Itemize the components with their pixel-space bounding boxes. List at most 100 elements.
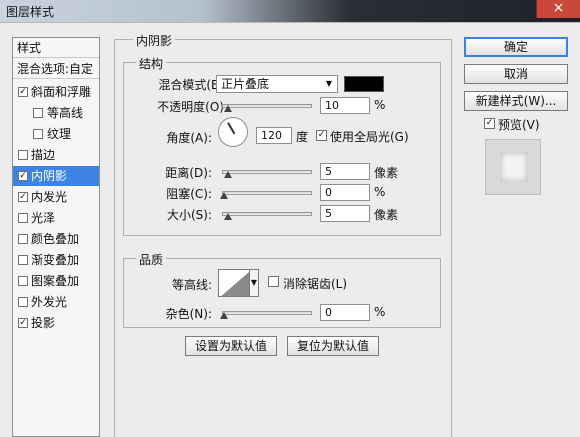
sidebar-item-label: 外发光: [31, 295, 68, 309]
blend-mode-value: 正片叠底: [221, 77, 270, 91]
sidebar-item-contour[interactable]: 等高线: [13, 103, 99, 123]
styles-header[interactable]: 样式: [13, 38, 99, 58]
choke-slider-thumb[interactable]: [220, 192, 229, 201]
choke-slider[interactable]: [222, 191, 312, 195]
angle-label: 角度(A):: [166, 131, 212, 145]
sidebar-item-stroke[interactable]: 描边: [13, 145, 99, 165]
sidebar-item-label: 图案叠加: [31, 274, 80, 288]
anti-alias-checkbox[interactable]: [268, 276, 279, 287]
distance-input[interactable]: 5: [320, 163, 370, 180]
sidebar-item-label: 渐变叠加: [31, 253, 80, 267]
reset-default-button[interactable]: 复位为默认值: [287, 336, 379, 356]
sidebar-item-label: 内发光: [31, 190, 68, 204]
chevron-down-icon: ▼: [325, 79, 332, 88]
dialog-body: 样式 混合选项:自定 ✓ 斜面和浮雕 等高线 纹理 描边 ✓ 内阴影 ✓ 内发光: [0, 22, 580, 437]
bevel-emboss-checkbox[interactable]: ✓: [18, 87, 28, 97]
angle-unit: 度: [296, 130, 309, 144]
opacity-input[interactable]: 10: [320, 97, 370, 114]
contour-curve-icon: [221, 272, 249, 296]
size-label: 大小(S):: [166, 208, 212, 222]
outer-glow-checkbox[interactable]: [18, 297, 28, 307]
new-style-button[interactable]: 新建样式(W)...: [464, 91, 568, 111]
gradient-overlay-checkbox[interactable]: [18, 255, 28, 265]
opacity-unit: %: [374, 98, 386, 112]
sidebar-item-color-overlay[interactable]: 颜色叠加: [13, 229, 99, 249]
sidebar-item-label: 光泽: [31, 211, 56, 225]
global-light-checkbox[interactable]: ✓: [316, 130, 327, 141]
quality-title: 品质: [136, 251, 167, 268]
sidebar-item-label: 内阴影: [31, 169, 68, 183]
distance-slider-thumb[interactable]: [224, 171, 233, 180]
contour-dropdown[interactable]: ▼: [249, 269, 259, 297]
styles-header-label: 样式: [17, 41, 42, 55]
texture-checkbox[interactable]: [33, 129, 43, 139]
opacity-slider-thumb[interactable]: [224, 105, 233, 114]
blend-options-item[interactable]: 混合选项:自定: [13, 59, 99, 79]
sidebar-item-inner-shadow[interactable]: ✓ 内阴影: [13, 166, 99, 186]
sidebar-item-label: 投影: [31, 316, 56, 330]
structure-group: 结构 混合模式(B): 正片叠底 ▼ 不透明度(O): 10 % 角度(A): …: [123, 55, 441, 236]
contour-label: 等高线:: [171, 278, 212, 292]
noise-input[interactable]: 0: [320, 304, 370, 321]
sidebar-item-texture[interactable]: 纹理: [13, 124, 99, 144]
angle-dial[interactable]: [218, 117, 248, 147]
style-preview-thumbnail: [485, 139, 541, 195]
sidebar-item-outer-glow[interactable]: 外发光: [13, 292, 99, 312]
anti-alias-label: 消除锯齿(L): [283, 277, 348, 291]
chevron-down-icon: ▼: [250, 278, 258, 287]
sidebar-item-label: 描边: [31, 148, 56, 162]
close-button[interactable]: ×: [536, 0, 580, 18]
preview-swatch: [500, 152, 528, 182]
distance-slider[interactable]: [222, 170, 312, 174]
angle-input[interactable]: 120: [256, 127, 292, 144]
choke-input[interactable]: 0: [320, 184, 370, 201]
sidebar-item-label: 斜面和浮雕: [31, 85, 92, 99]
sidebar-item-label: 等高线: [47, 106, 84, 120]
drop-shadow-checkbox[interactable]: ✓: [18, 318, 28, 328]
blend-mode-select[interactable]: 正片叠底 ▼: [216, 75, 338, 93]
title-bar: 图层样式 ×: [0, 0, 580, 22]
size-input[interactable]: 5: [320, 205, 370, 222]
global-light-label: 使用全局光(G): [330, 130, 409, 144]
structure-title: 结构: [136, 55, 167, 72]
satin-checkbox[interactable]: [18, 213, 28, 223]
preview-label: 预览(V): [498, 118, 540, 132]
cancel-button[interactable]: 取消: [464, 64, 568, 84]
inner-shadow-title: 内阴影: [133, 32, 176, 49]
inner-shadow-checkbox[interactable]: ✓: [18, 171, 28, 181]
stroke-checkbox[interactable]: [18, 150, 28, 160]
contour-checkbox[interactable]: [33, 108, 43, 118]
sidebar-item-gradient-overlay[interactable]: 渐变叠加: [13, 250, 99, 270]
size-unit: 像素: [374, 208, 399, 222]
choke-label: 阻塞(C):: [166, 187, 212, 201]
pattern-overlay-checkbox[interactable]: [18, 276, 28, 286]
choke-unit: %: [374, 185, 386, 199]
noise-label: 杂色(N):: [165, 307, 212, 321]
size-slider-thumb[interactable]: [224, 213, 233, 222]
color-overlay-checkbox[interactable]: [18, 234, 28, 244]
noise-slider[interactable]: [222, 311, 312, 315]
contour-picker[interactable]: [218, 269, 250, 297]
sidebar-item-label: 纹理: [47, 127, 72, 141]
shadow-color-swatch[interactable]: [344, 76, 384, 92]
sidebar-item-inner-glow[interactable]: ✓ 内发光: [13, 187, 99, 207]
preview-checkbox[interactable]: ✓: [484, 118, 495, 129]
size-slider[interactable]: [222, 212, 312, 216]
sidebar-item-bevel-emboss[interactable]: ✓ 斜面和浮雕: [13, 82, 99, 102]
inner-shadow-panel: 内阴影 结构 混合模式(B): 正片叠底 ▼ 不透明度(O): 10 % 角度(…: [114, 32, 452, 437]
sidebar-item-satin[interactable]: 光泽: [13, 208, 99, 228]
make-default-button[interactable]: 设置为默认值: [185, 336, 277, 356]
sidebar-item-label: 颜色叠加: [31, 232, 80, 246]
sidebar-item-drop-shadow[interactable]: ✓ 投影: [13, 313, 99, 333]
sidebar-item-pattern-overlay[interactable]: 图案叠加: [13, 271, 99, 291]
ok-button[interactable]: 确定: [464, 37, 568, 57]
angle-indicator: [227, 122, 236, 135]
window-title: 图层样式: [6, 5, 55, 19]
close-icon: ×: [552, 0, 565, 16]
quality-group: 品质 等高线: ▼ 消除锯齿(L) 杂色(N): 0 %: [123, 251, 441, 328]
opacity-label: 不透明度(O):: [157, 100, 228, 114]
distance-unit: 像素: [374, 166, 399, 180]
noise-slider-thumb[interactable]: [220, 312, 229, 321]
inner-glow-checkbox[interactable]: ✓: [18, 192, 28, 202]
opacity-slider[interactable]: [222, 104, 312, 108]
